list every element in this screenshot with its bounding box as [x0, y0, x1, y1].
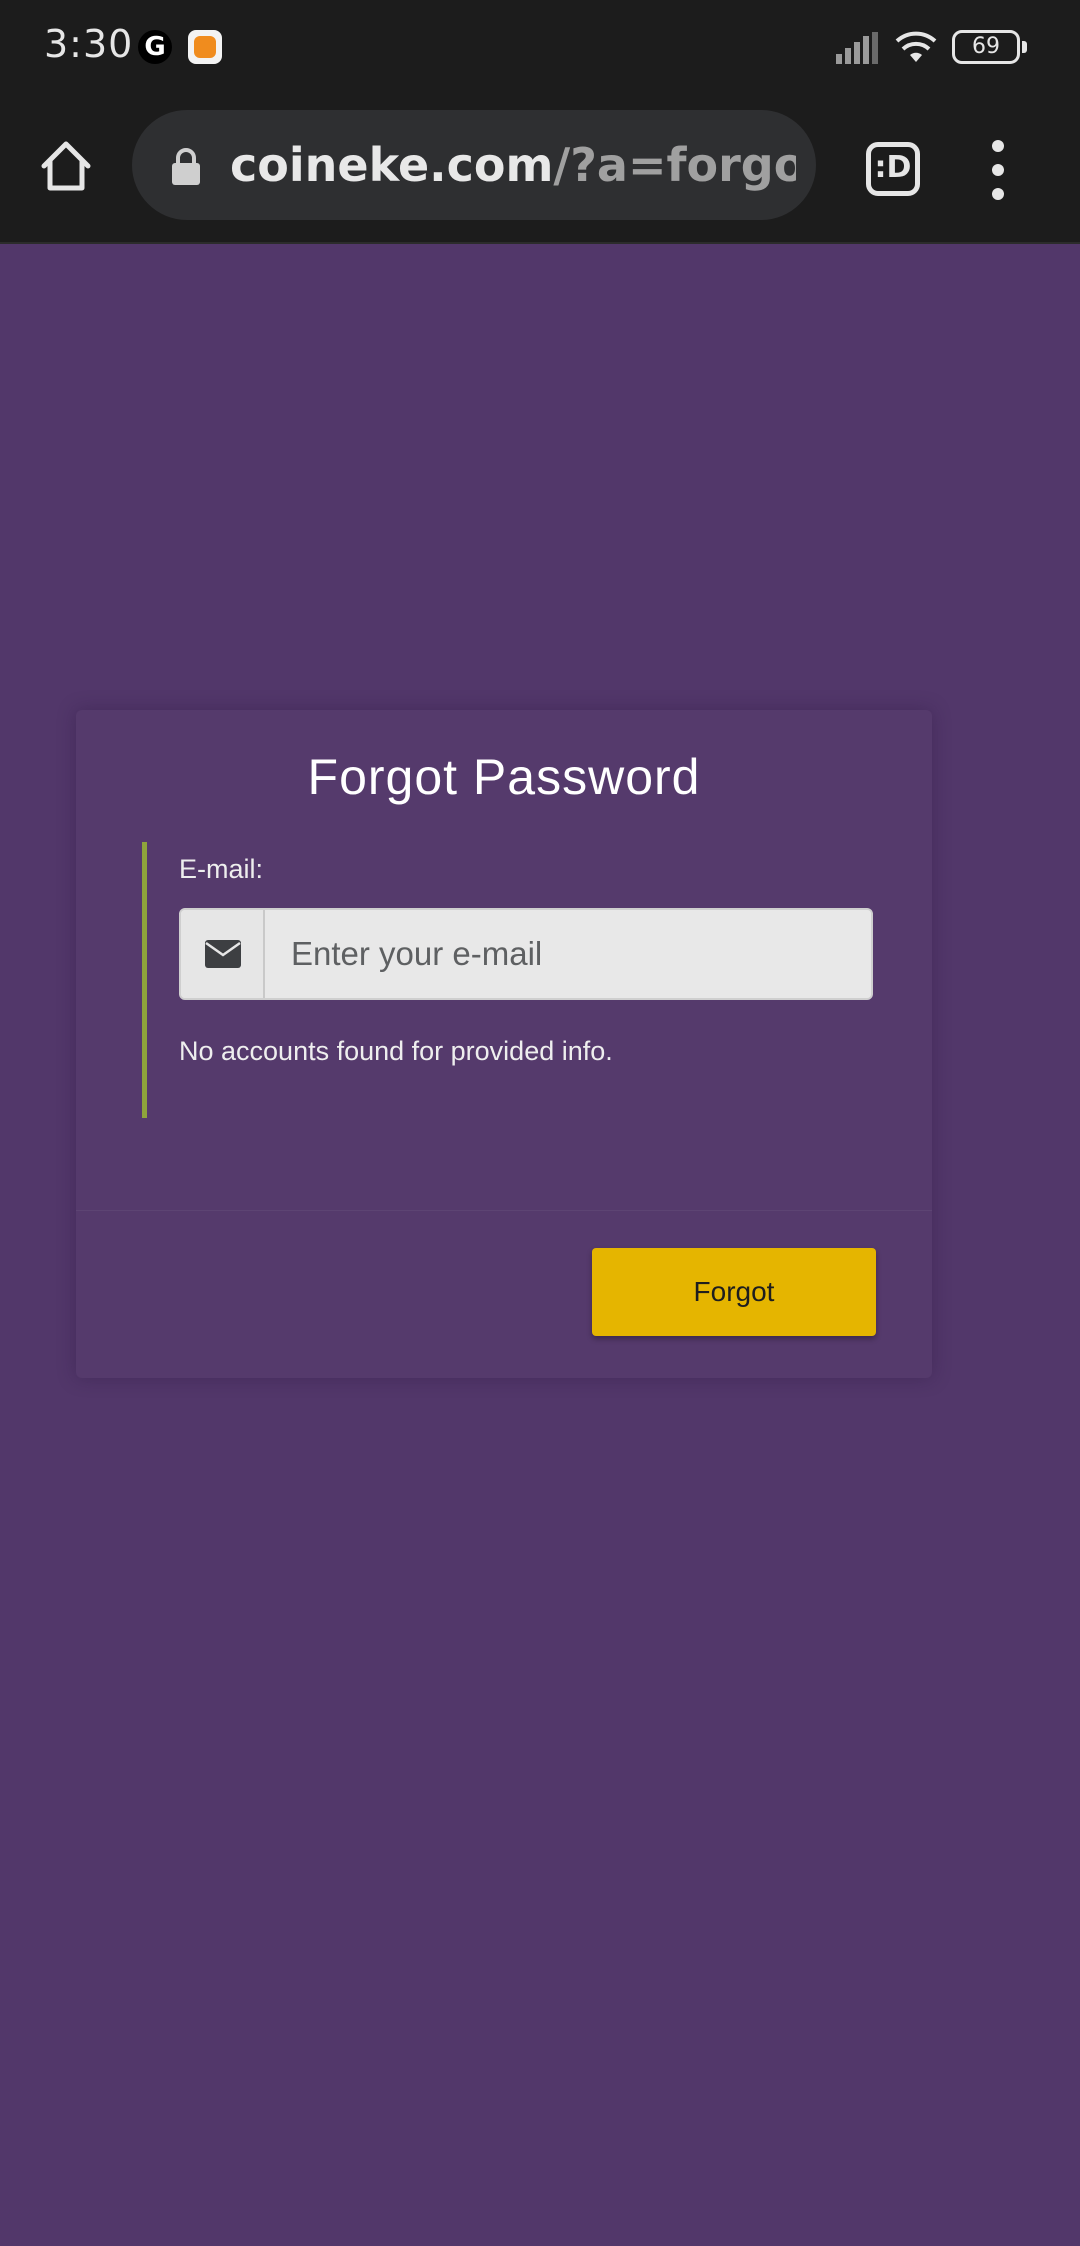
- url-domain: coineke.com: [230, 138, 554, 192]
- url-text[interactable]: coineke.com/?a=forgot_p: [230, 136, 796, 194]
- error-message: No accounts found for provided info.: [179, 1036, 613, 1066]
- app-notification-icon: [188, 30, 222, 64]
- home-icon[interactable]: [36, 136, 96, 196]
- lock-icon: [172, 148, 200, 185]
- forgot-password-card: Forgot Password E-mail: No accounts foun…: [76, 710, 932, 1378]
- status-time: 3:30: [44, 22, 134, 66]
- email-label: E-mail:: [179, 854, 264, 884]
- forgot-button[interactable]: Forgot: [592, 1248, 876, 1336]
- url-path: /?a=forgot_p: [553, 138, 796, 192]
- email-input[interactable]: [265, 910, 871, 998]
- email-addon: [181, 910, 265, 998]
- envelope-icon: [205, 940, 241, 968]
- url-bar[interactable]: coineke.com/?a=forgot_p: [132, 110, 816, 220]
- more-menu-icon[interactable]: [986, 140, 1010, 200]
- status-bar: 3:30 G 69: [0, 0, 1080, 96]
- wifi-icon: [895, 31, 937, 62]
- tab-switcher-button[interactable]: :D: [866, 142, 920, 196]
- email-form-group: E-mail: No accounts found for provided i…: [142, 842, 873, 1118]
- battery-icon: 69: [952, 30, 1027, 64]
- page-title: Forgot Password: [307, 749, 701, 805]
- email-input-group: [179, 908, 873, 1000]
- browser-toolbar: coineke.com/?a=forgot_p :D: [0, 96, 1080, 244]
- google-icon: G: [138, 30, 172, 64]
- card-divider: [76, 1210, 932, 1211]
- cell-signal-icon: [836, 32, 878, 64]
